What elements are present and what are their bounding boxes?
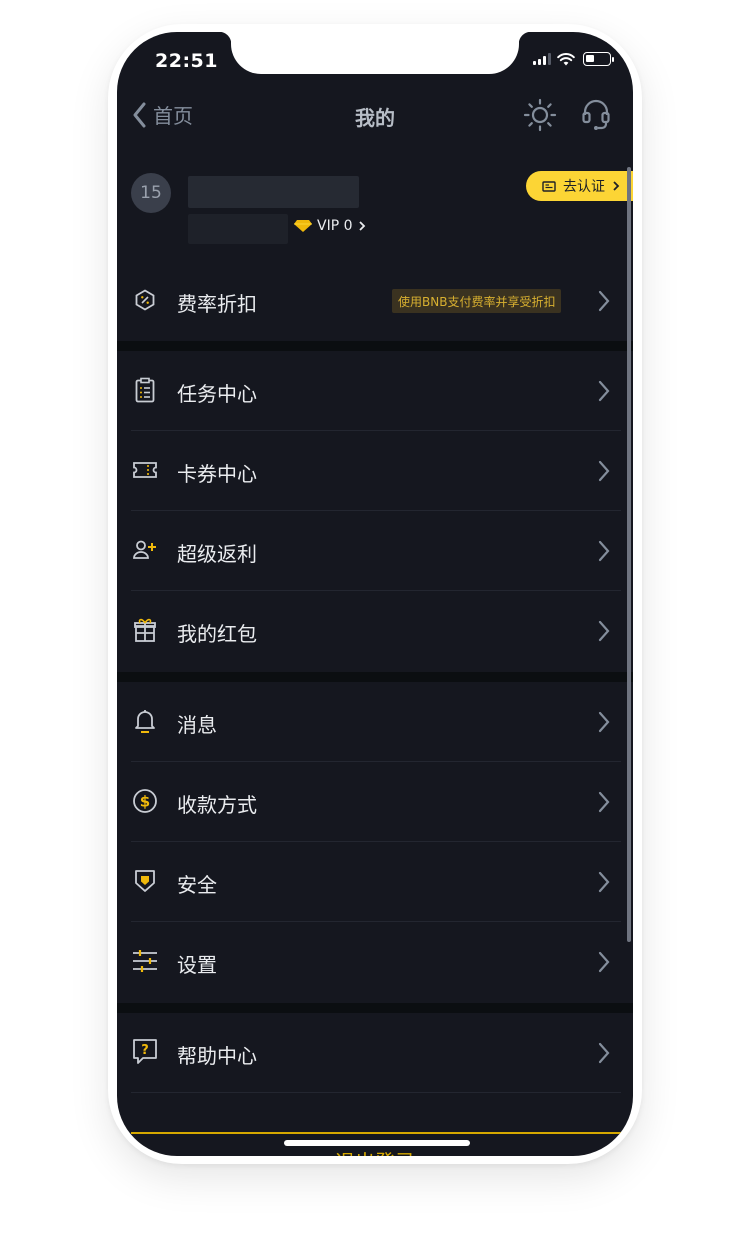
menu-item-label: 卡券中心 [177,462,257,486]
vip-level-link[interactable]: VIP 0 [293,218,367,234]
dollar-coin-icon: $ [131,787,159,815]
bell-icon [131,707,159,735]
chevron-right-icon [598,871,610,893]
scrollbar[interactable] [627,167,631,942]
shield-icon [131,867,159,895]
battery-icon [583,52,614,66]
menu-item-label: 安全 [177,873,217,897]
user-add-icon [131,536,159,564]
menu-item-super-rebate[interactable]: 超级返利 [117,511,633,591]
section-divider [117,672,633,682]
theme-toggle-button[interactable] [523,98,557,136]
menu-item-label: 设置 [177,953,217,977]
row-divider [131,1092,621,1093]
chevron-right-icon [598,620,610,642]
fee-discount-icon [131,286,159,314]
help-question-icon: ? [131,1038,159,1066]
chevron-right-icon [598,711,610,733]
verify-identity-button[interactable]: 去认证 [526,171,633,201]
status-time: 22:51 [155,50,218,72]
menu-item-payment-methods[interactable]: $ 收款方式 [117,762,633,842]
blurred-username [188,176,359,208]
wifi-icon [557,53,575,66]
headset-icon [582,99,610,130]
menu-item-label: 收款方式 [177,793,257,817]
menu-item-security[interactable]: 安全 [117,842,633,922]
fee-discount-tag: 使用BNB支付费率并享受折扣 [392,289,562,313]
section-divider [117,341,633,351]
chevron-right-icon [598,791,610,813]
id-card-icon [542,180,556,192]
blurred-user-id [188,214,288,244]
chevron-right-icon [598,1042,610,1064]
menu-item-label: 费率折扣 [177,292,257,316]
clipboard-list-icon [131,376,159,404]
status-icons [533,52,614,66]
avatar[interactable]: 15 [131,173,171,213]
menu-item-settings[interactable]: 设置 [117,922,633,1002]
cellular-signal-icon [533,53,551,65]
home-indicator[interactable] [284,1140,470,1146]
menu-item-task-center[interactable]: 任务中心 [117,351,633,431]
menu-item-label: 帮助中心 [177,1044,257,1068]
app-screen: 22:51 首页 我的 15 VIP 0 去认证 费率折扣 使用BNB支付费率并… [117,32,633,1156]
logout-button[interactable]: 退出登录 [117,1146,633,1156]
verify-label: 去认证 [563,179,605,195]
nav-bar: 首页 我的 [117,90,633,142]
chevron-right-small-icon [358,221,365,231]
chevron-right-icon [598,460,610,482]
chevron-right-icon [598,951,610,973]
menu-item-help-center[interactable]: ? 帮助中心 [117,1013,633,1093]
logout-button-border [131,1132,633,1134]
gift-icon [131,616,159,644]
chevron-right-icon [598,540,610,562]
chevron-right-icon [598,380,610,402]
diamond-icon [294,220,312,232]
menu-item-label: 我的红包 [177,622,257,646]
menu-item-messages[interactable]: 消息 [117,682,633,762]
svg-text:$: $ [140,793,150,811]
menu-item-label: 任务中心 [177,382,257,406]
sun-icon [523,98,557,132]
chevron-right-small-icon [613,181,620,191]
customer-service-button[interactable] [581,98,611,136]
section-divider [117,1003,633,1013]
ticket-icon [131,456,159,484]
vip-label: VIP 0 [317,218,353,234]
menu-item-coupon-center[interactable]: 卡券中心 [117,431,633,511]
menu-item-label: 超级返利 [177,542,257,566]
svg-text:?: ? [141,1043,149,1058]
sliders-icon [131,947,159,975]
chevron-right-icon [598,290,610,312]
device-notch [219,32,531,74]
menu-item-red-packet[interactable]: 我的红包 [117,591,633,671]
menu-item-label: 消息 [177,713,217,737]
